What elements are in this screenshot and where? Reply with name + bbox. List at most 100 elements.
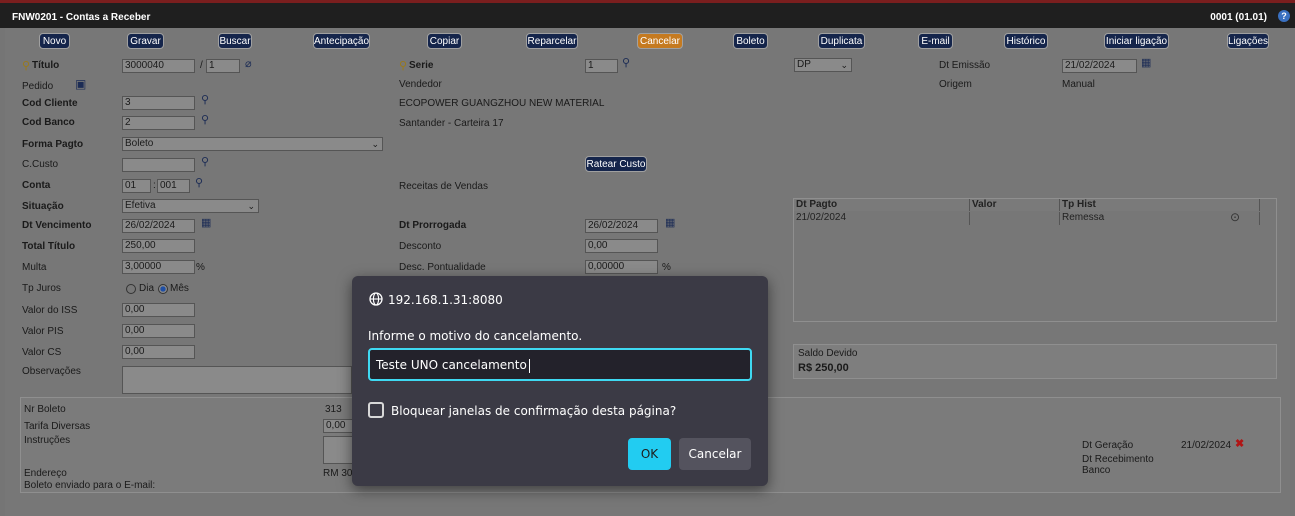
key-icon: ⚲	[22, 60, 31, 72]
dt-emissao-input[interactable]: 21/02/2024	[1062, 59, 1137, 73]
key-icon: ⚲	[399, 60, 408, 72]
titulo-label: Título	[32, 60, 60, 71]
titulo-input[interactable]: 3000040	[122, 59, 195, 73]
calendar-icon[interactable]: ▦	[665, 216, 675, 229]
dt-geracao-label: Dt Geração	[1082, 440, 1134, 451]
tipo-value: DP	[797, 59, 811, 70]
calendar-icon[interactable]: ▦	[201, 216, 211, 229]
chevron-down-icon: ⌄	[840, 60, 848, 70]
parcela-input[interactable]: 1	[206, 59, 240, 73]
cod-cliente-label: Cod Cliente	[22, 98, 78, 109]
banco-label: Banco	[1082, 465, 1111, 476]
search-icon[interactable]: ⚲	[622, 56, 630, 69]
dt-vencimento-input[interactable]: 26/02/2024	[122, 219, 195, 233]
calendar-icon[interactable]: ▦	[1141, 56, 1151, 69]
cancel-reason-input[interactable]: Teste UNO cancelamento	[368, 348, 752, 381]
saldo-label: Saldo Devido	[798, 348, 858, 359]
attachment-icon[interactable]: ⌀	[245, 57, 252, 70]
prompt-dialog: 192.168.1.31:8080 Informe o motivo do ca…	[352, 276, 768, 486]
email-button[interactable]: E-mail	[918, 33, 953, 49]
banco-nome: Santander - Carteira 17	[399, 118, 504, 129]
valor-pis-input[interactable]: 0,00	[122, 324, 195, 338]
conta-b-input[interactable]: 001	[157, 179, 190, 193]
endereco-value: RM 30	[323, 468, 353, 479]
cancelar-button[interactable]: Cancelar	[637, 33, 683, 49]
dt-recebimento-label: Dt Recebimento	[1082, 454, 1154, 465]
forma-pagto-select[interactable]: Boleto ⌄	[122, 137, 383, 151]
dt-emissao-label: Dt Emissão	[939, 60, 991, 71]
buscar-button[interactable]: Buscar	[218, 33, 252, 49]
search-icon[interactable]: ⚲	[201, 155, 209, 168]
table-cell-valor	[970, 212, 1060, 225]
boleto-button[interactable]: Boleto	[733, 33, 768, 49]
multa-label: Multa	[22, 262, 47, 273]
block-dialogs-label[interactable]: Bloquear janelas de confirmação desta pá…	[391, 404, 676, 418]
valor-cs-input[interactable]: 0,00	[122, 345, 195, 359]
column-header-dt-pagto: Dt Pagto	[794, 199, 970, 211]
window-titlebar: FNW0201 - Contas a Receber 0001 (01.01) …	[0, 0, 1295, 28]
ligacoes-button[interactable]: Ligações	[1227, 33, 1269, 49]
multa-input[interactable]: 3,00000	[122, 260, 195, 274]
cancel-reason-value: Teste UNO cancelamento	[376, 358, 527, 372]
valor-iss-input[interactable]: 0,00	[122, 303, 195, 317]
titulo-separator: /	[200, 60, 203, 71]
desc-pontualidade-input[interactable]: 0,00000	[585, 260, 658, 274]
conta-nome: Receitas de Vendas	[399, 181, 488, 192]
block-dialogs-checkbox[interactable]	[368, 402, 384, 418]
origem-value: Manual	[1062, 79, 1095, 90]
tp-juros-mes-radio[interactable]	[158, 284, 168, 294]
observacoes-textarea[interactable]	[122, 366, 352, 394]
desconto-input[interactable]: 0,00	[585, 239, 658, 253]
ok-button[interactable]: OK	[628, 438, 671, 470]
delete-icon[interactable]: ✖	[1235, 437, 1244, 450]
search-icon[interactable]: ⚲	[201, 93, 209, 106]
text-cursor	[528, 358, 530, 373]
ratear-custo-button[interactable]: Ratear Custo	[585, 156, 647, 172]
instrucoes-textarea[interactable]	[323, 436, 353, 464]
tp-juros-label: Tp Juros	[22, 283, 61, 294]
serie-input[interactable]: 1	[585, 59, 618, 73]
document-icon[interactable]: ▣	[75, 77, 86, 91]
help-icon[interactable]: ?	[1278, 10, 1290, 22]
search-icon[interactable]: ⚲	[195, 176, 203, 189]
tarifa-label: Tarifa Diversas	[24, 421, 91, 432]
situacao-value: Efetiva	[125, 200, 156, 211]
conta-label: Conta	[22, 180, 51, 191]
tarifa-input[interactable]: 0,00	[323, 419, 353, 433]
dialog-cancel-button[interactable]: Cancelar	[679, 438, 751, 470]
search-icon[interactable]: ⚲	[201, 113, 209, 126]
saldo-value: R$ 250,00	[798, 362, 849, 374]
tp-juros-mes-label: Mês	[170, 283, 189, 294]
tp-juros-dia-label: Dia	[139, 283, 155, 294]
duplicata-button[interactable]: Duplicata	[818, 33, 865, 49]
alert-icon[interactable]: ⊙	[1230, 210, 1240, 224]
copiar-button[interactable]: Copiar	[427, 33, 462, 49]
dt-geracao-value: 21/02/2024	[1181, 440, 1232, 451]
desc-pontualidade-label: Desc. Pontualidade	[399, 262, 486, 273]
instrucoes-label: Instruções	[24, 435, 71, 446]
novo-button[interactable]: Novo	[39, 33, 70, 49]
gravar-button[interactable]: Gravar	[127, 33, 164, 49]
total-titulo-input[interactable]: 250,00	[122, 239, 195, 253]
cod-banco-input[interactable]: 2	[122, 116, 195, 130]
cod-banco-label: Cod Banco	[22, 117, 75, 128]
dt-prorrogada-input[interactable]: 26/02/2024	[585, 219, 658, 233]
reparcelar-button[interactable]: Reparcelar	[526, 33, 578, 49]
tipo-select[interactable]: DP ⌄	[794, 58, 852, 72]
conta-a-input[interactable]: 01	[122, 179, 151, 193]
boleto-email-label: Boleto enviado para o E-mail:	[24, 480, 156, 491]
antecipacao-button[interactable]: Antecipação	[313, 33, 370, 49]
ccusto-input[interactable]	[122, 158, 195, 172]
window-title: FNW0201 - Contas a Receber	[12, 12, 151, 23]
saldo-panel	[793, 344, 1277, 379]
tp-juros-dia-radio[interactable]	[126, 284, 136, 294]
cod-cliente-input[interactable]: 3	[122, 96, 195, 110]
ccusto-label: C.Custo	[22, 159, 59, 170]
situacao-select[interactable]: Efetiva ⌄	[122, 199, 259, 213]
desconto-label: Desconto	[399, 241, 442, 252]
globe-icon	[369, 292, 383, 306]
iniciar-ligacao-button[interactable]: Iniciar ligação	[1104, 33, 1169, 49]
cliente-nome: ECOPOWER GUANGZHOU NEW MATERIAL	[399, 98, 605, 109]
company-code: 0001 (01.01)	[1210, 12, 1267, 23]
historico-button[interactable]: Histórico	[1004, 33, 1048, 49]
